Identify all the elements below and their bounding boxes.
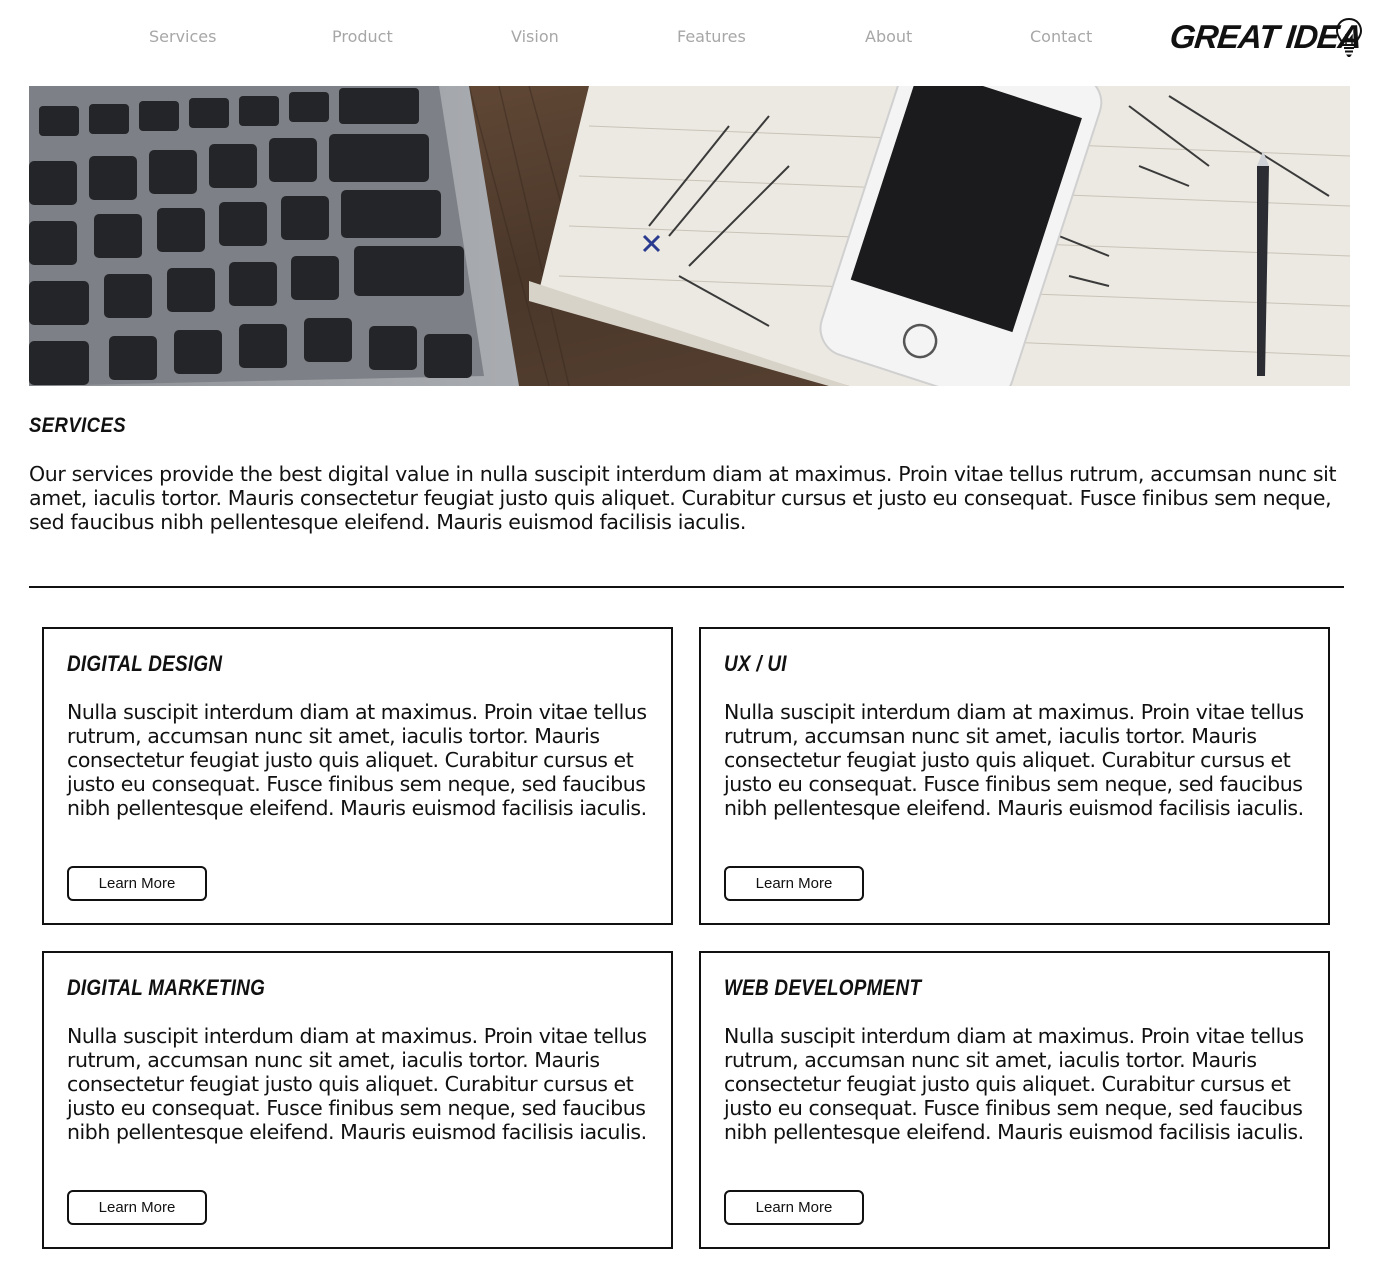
- nav-link-about[interactable]: About: [865, 26, 912, 48]
- services-intro: Our services provide the best digital va…: [29, 462, 1337, 534]
- card-title: Digital Marketing: [67, 975, 266, 1000]
- nav-link-contact[interactable]: Contact: [1030, 26, 1092, 48]
- card-text: Nulla suscipit interdum diam at maximus.…: [67, 1024, 647, 1144]
- service-card-digital-marketing: Digital Marketing Nulla suscipit interdu…: [42, 951, 673, 1249]
- card-title: UX / UI: [724, 651, 787, 676]
- lightbulb-icon: [1335, 17, 1363, 57]
- card-title: Digital Design: [67, 651, 223, 676]
- nav-link-features[interactable]: Features: [677, 26, 746, 48]
- card-text: Nulla suscipit interdum diam at maximus.…: [724, 700, 1304, 820]
- logo[interactable]: GREAT IDEA: [1168, 14, 1366, 60]
- services-title: Services: [29, 414, 126, 437]
- card-text: Nulla suscipit interdum diam at maximus.…: [67, 700, 647, 820]
- service-card-web-development: Web Development Nulla suscipit interdum …: [699, 951, 1330, 1249]
- learn-more-button[interactable]: Learn More: [67, 1190, 207, 1225]
- service-card-ux-ui: UX / UI Nulla suscipit interdum diam at …: [699, 627, 1330, 925]
- hero-photo: [29, 86, 1350, 386]
- top-nav: Services Product Vision Features About C…: [0, 0, 1396, 74]
- nav-link-vision[interactable]: Vision: [511, 26, 559, 48]
- nav-link-product[interactable]: Product: [332, 26, 393, 48]
- hero-image: [29, 86, 1350, 386]
- nav-link-services[interactable]: Services: [149, 26, 216, 48]
- service-card-digital-design: Digital Design Nulla suscipit interdum d…: [42, 627, 673, 925]
- learn-more-button[interactable]: Learn More: [724, 866, 864, 901]
- card-text: Nulla suscipit interdum diam at maximus.…: [724, 1024, 1304, 1144]
- learn-more-button[interactable]: Learn More: [67, 866, 207, 901]
- card-title: Web Development: [724, 975, 922, 1000]
- section-divider: [29, 586, 1344, 588]
- learn-more-button[interactable]: Learn More: [724, 1190, 864, 1225]
